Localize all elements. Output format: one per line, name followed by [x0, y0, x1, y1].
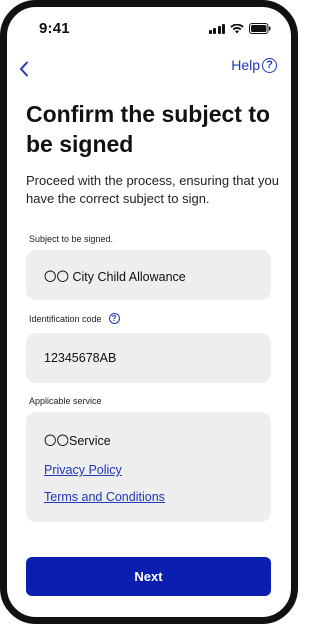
subject-label: Subject to be signed. — [29, 234, 113, 244]
question-circle-icon[interactable]: ? — [108, 313, 120, 324]
subject-label-text: Subject to be signed. — [29, 234, 114, 244]
terms-and-conditions-link[interactable]: Terms and Conditions — [44, 490, 165, 504]
privacy-policy-link[interactable]: Privacy Policy — [44, 463, 122, 477]
applicable-service-field: 〇〇Service Privacy Policy Terms and Condi… — [26, 412, 271, 522]
identification-code-label: Identification code ? — [29, 313, 120, 324]
help-button[interactable]: Help ? — [231, 57, 277, 73]
page-description: Proceed with the process, ensuring that … — [26, 173, 279, 206]
cellular-signal-icon — [208, 23, 225, 34]
next-button[interactable]: Next — [26, 557, 271, 596]
subject-field: 〇〇 City Child Allowance — [26, 250, 271, 300]
question-circle-icon: ? — [262, 57, 277, 73]
applicable-service-label-text: Applicable service — [29, 396, 102, 406]
help-label: Help — [231, 57, 260, 73]
phone-frame: 9:41 Help ? Confirm the subject to be si… — [0, 0, 298, 624]
applicable-service-value: 〇〇Service — [44, 434, 111, 448]
applicable-service-label: Applicable service — [29, 396, 102, 406]
navigation-bar: Help ? — [7, 53, 291, 87]
wifi-icon — [230, 23, 244, 34]
subject-value: 〇〇 City Child Allowance — [44, 269, 186, 284]
status-time: 9:41 — [39, 20, 70, 37]
chevron-left-icon — [20, 61, 28, 77]
identification-code-label-text: Identification code — [29, 313, 102, 324]
back-button[interactable] — [13, 58, 35, 80]
page-title: Confirm the subject to be signed — [26, 101, 271, 157]
battery-icon — [249, 23, 271, 34]
status-icons — [208, 23, 272, 34]
status-bar: 9:41 — [7, 7, 291, 53]
identification-code-field: 12345678AB — [26, 333, 271, 383]
identification-code-value: 12345678AB — [44, 351, 117, 365]
